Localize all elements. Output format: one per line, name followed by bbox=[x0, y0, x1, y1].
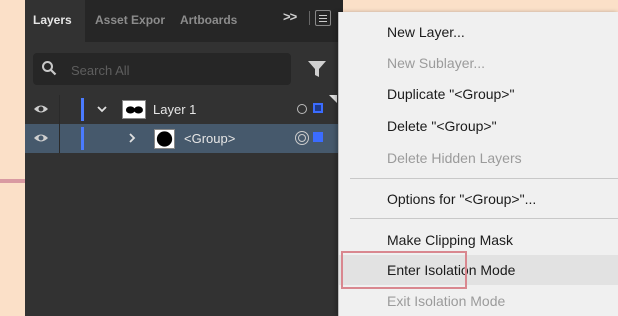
menu-item-new-layer[interactable]: New Layer... bbox=[339, 17, 618, 47]
menu-item-enter-isolation-mode[interactable]: Enter Isolation Mode bbox=[339, 255, 618, 285]
panel-menu-icon[interactable] bbox=[315, 10, 331, 26]
context-menu: New Layer... New Sublayer... Duplicate "… bbox=[338, 12, 618, 316]
layers-panel: Layers Asset Expor Artboards >> Layer bbox=[25, 0, 343, 316]
visibility-eye-icon[interactable] bbox=[33, 132, 49, 144]
menu-item-duplicate[interactable]: Duplicate "<Group>" bbox=[339, 79, 618, 109]
layer-row[interactable]: Layer 1 bbox=[25, 95, 343, 124]
tab-asset-export[interactable]: Asset Expor bbox=[87, 0, 177, 42]
layer-color-bar bbox=[81, 127, 84, 150]
target-circle-icon[interactable] bbox=[295, 131, 309, 145]
selection-square-icon[interactable] bbox=[313, 132, 323, 142]
chevron-right-icon[interactable] bbox=[126, 131, 138, 145]
menu-item-exit-isolation-mode: Exit Isolation Mode bbox=[387, 293, 506, 309]
chevron-down-icon[interactable] bbox=[96, 102, 108, 116]
layer-thumbnail bbox=[122, 100, 146, 119]
tab-overflow-button[interactable]: >> bbox=[283, 9, 297, 24]
menu-item-options[interactable]: Options for "<Group>"... bbox=[339, 184, 618, 214]
group-thumbnail bbox=[154, 129, 175, 149]
lock-column-divider bbox=[59, 124, 60, 153]
corner-indicator-icon bbox=[329, 95, 337, 103]
search-icon bbox=[42, 61, 57, 76]
panel-tabbar: Layers Asset Expor Artboards >> bbox=[25, 0, 343, 42]
layer-name: Layer 1 bbox=[153, 102, 197, 117]
tab-layers[interactable]: Layers bbox=[25, 0, 85, 42]
annotation-line bbox=[0, 179, 25, 183]
menu-item-new-sublayer: New Sublayer... bbox=[387, 55, 486, 71]
target-circle-icon[interactable] bbox=[297, 104, 307, 114]
filter-icon[interactable] bbox=[307, 59, 327, 79]
layer-color-bar bbox=[81, 98, 84, 121]
menu-item-delete-hidden-layers: Delete Hidden Layers bbox=[387, 150, 522, 166]
lock-column-divider bbox=[59, 95, 60, 124]
menu-separator bbox=[350, 218, 618, 219]
tabbar-divider bbox=[309, 11, 310, 25]
visibility-eye-icon[interactable] bbox=[33, 103, 49, 115]
search-input[interactable] bbox=[69, 59, 283, 81]
selection-square-icon[interactable] bbox=[313, 103, 323, 113]
layer-row-selected[interactable]: <Group> bbox=[25, 124, 343, 153]
menu-item-make-clipping-mask[interactable]: Make Clipping Mask bbox=[339, 225, 618, 255]
layer-name: <Group> bbox=[184, 131, 236, 146]
tab-artboards[interactable]: Artboards bbox=[172, 0, 252, 42]
search-box bbox=[33, 53, 291, 85]
menu-item-delete[interactable]: Delete "<Group>" bbox=[339, 111, 618, 141]
menu-separator bbox=[350, 178, 618, 179]
